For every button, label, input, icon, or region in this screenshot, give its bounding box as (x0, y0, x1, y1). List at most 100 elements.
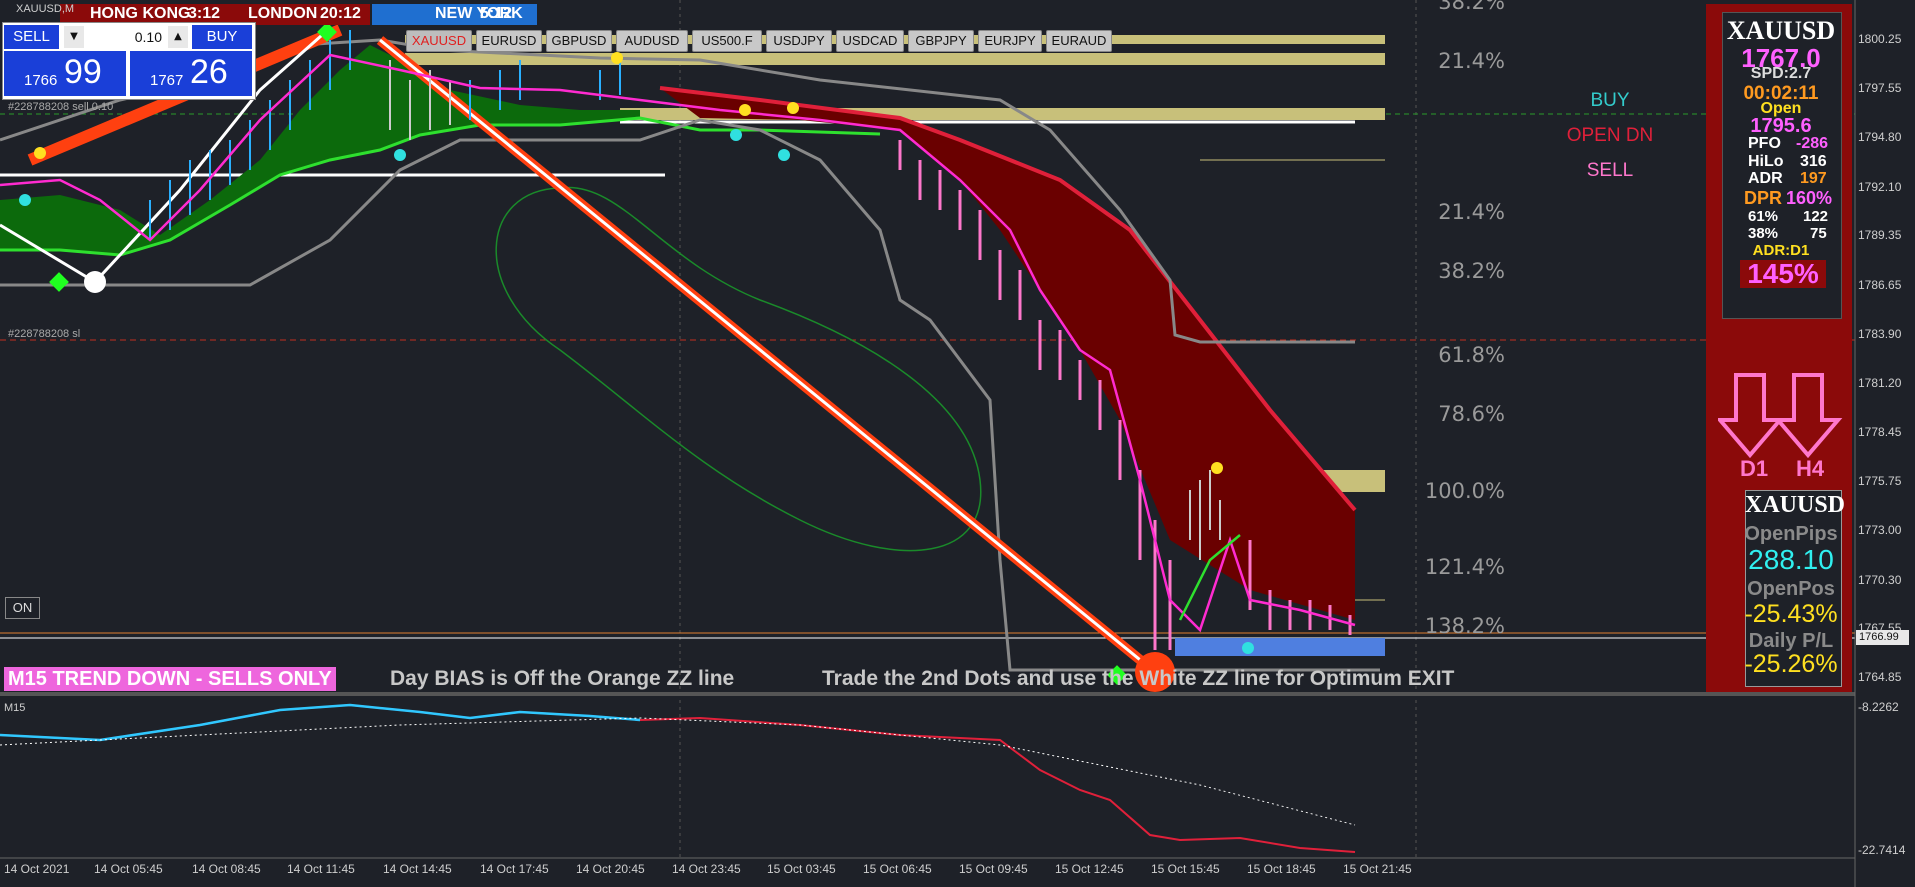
fib-label: 100.0% (1424, 479, 1505, 503)
tf-d1: D1 (1740, 456, 1769, 481)
symbol-button-usdjpy[interactable]: USDJPY (766, 30, 832, 52)
sl-order-label[interactable]: #228788208 sl (8, 328, 80, 340)
price-tick: 1792.10 (1858, 180, 1902, 194)
session-london: LONDON (248, 5, 318, 22)
time-tick: 15 Oct 09:45 (959, 862, 1028, 876)
signal-buy: BUY (1590, 90, 1630, 111)
projection-loop (495, 186, 982, 552)
time-tick: 15 Oct 21:45 (1343, 862, 1412, 876)
fib-label: 38.2% (1438, 259, 1505, 283)
session-ny-time: 5:12 (480, 5, 513, 22)
stats-symbol: XAUUSD (1726, 16, 1836, 45)
hilo-label: HiLo (1748, 153, 1784, 170)
lot-input[interactable]: 0.10 (86, 26, 166, 48)
ask-small: 26 (190, 53, 228, 91)
price-tick: 1786.65 (1858, 278, 1902, 292)
signal-sell: SELL (1586, 160, 1634, 181)
signal-dot (19, 194, 31, 206)
time-tick: 14 Oct 2021 (4, 862, 70, 876)
bid-small: 99 (64, 53, 102, 91)
indicator-blue (0, 703, 641, 742)
chart-window[interactable]: XAUUSD 1767.0 SPD:2.7 00:02:11 Open 1795… (0, 0, 1915, 887)
signal-dot (778, 149, 790, 161)
time-tick: 15 Oct 06:45 (863, 862, 932, 876)
session-hk: HONG KONG (90, 5, 191, 22)
session-london-time: 20:12 (320, 5, 361, 22)
subwindow-separator (0, 692, 1855, 696)
time-tick: 14 Oct 17:45 (480, 862, 549, 876)
price-tick: 1770.30 (1858, 573, 1902, 587)
tip-banner: Trade the 2nd Dots and use the White ZZ … (822, 667, 1455, 690)
signal-dot (394, 149, 406, 161)
symbol-button-euraud[interactable]: EURAUD (1046, 30, 1112, 52)
bias-banner: Day BIAS is Off the Orange ZZ line (390, 667, 735, 690)
indicator-signal (0, 717, 1356, 826)
daily-value: -25.26% (1744, 650, 1838, 678)
signal-dot (1242, 642, 1254, 654)
r38-label: 38% (1748, 225, 1779, 242)
signal-dot (1211, 462, 1223, 474)
r61-label: 61% (1748, 208, 1779, 225)
dpr-label: DPR (1744, 188, 1783, 208)
price-tick: 1789.35 (1858, 228, 1902, 242)
pfo-value: -286 (1796, 135, 1829, 152)
symbol-button-xauusd[interactable]: XAUUSD (406, 30, 472, 52)
fib-label: 78.6% (1438, 402, 1505, 426)
fib-label: 38.2% (1438, 0, 1505, 14)
indicator-red (0, 703, 1356, 853)
zz-point (84, 271, 106, 293)
fib-zone (1175, 638, 1385, 656)
time-tick: 15 Oct 18:45 (1247, 862, 1316, 876)
on-button[interactable]: ON (5, 597, 40, 619)
symbol-button-eurjpy[interactable]: EURJPY (978, 30, 1042, 52)
sell-button[interactable]: SELL (4, 25, 59, 49)
h4-arrow-icon (1773, 373, 1843, 459)
symbol-button-eurusd[interactable]: EURUSD (476, 30, 542, 52)
stats-spread: SPD:2.7 (1750, 65, 1812, 82)
symbol-button-gbpusd[interactable]: GBPUSD (546, 30, 612, 52)
lot-increase-button[interactable]: ▲ (168, 26, 188, 48)
openpips-label: OpenPips (1744, 523, 1838, 545)
time-tick: 14 Oct 20:45 (576, 862, 645, 876)
fib-label: 21.4% (1438, 200, 1505, 224)
sub-axis-bottom: -22.7414 (1858, 843, 1906, 857)
time-tick: 14 Oct 05:45 (94, 862, 163, 876)
dpr-value: 160% (1786, 188, 1833, 208)
fib-label: 138.2% (1424, 614, 1505, 638)
hilo-value: 316 (1800, 153, 1827, 170)
r61-value: 122 (1803, 208, 1829, 225)
price-tick: 1781.20 (1858, 376, 1902, 390)
price-tick: 1775.75 (1858, 474, 1902, 488)
pfo-label: PFO (1748, 135, 1781, 152)
signal-open: OPEN DN (1566, 125, 1654, 146)
price-tick: 1764.85 (1858, 670, 1902, 684)
time-tick: 15 Oct 15:45 (1151, 862, 1220, 876)
lot-decrease-button[interactable]: ▼ (64, 26, 84, 48)
symbol-button-us500[interactable]: US500.F (692, 30, 762, 52)
fib-label: 21.4% (1438, 49, 1505, 73)
time-tick: 14 Oct 14:45 (383, 862, 452, 876)
signal-dot (611, 52, 623, 64)
current-price-tag: 1766.99 (1856, 630, 1909, 645)
time-tick: 15 Oct 12:45 (1055, 862, 1124, 876)
buy-button[interactable]: BUY (192, 25, 252, 49)
adr-timeframe: ADR:D1 (1752, 242, 1810, 259)
sell-order-label[interactable]: #228788208 sell 0.10 (8, 101, 113, 113)
symbol-button-gbpjpy[interactable]: GBPJPY (908, 30, 974, 52)
d1-arrow-icon (1718, 373, 1785, 459)
price-tick: 1773.00 (1858, 523, 1902, 537)
symbol-button-usdcad[interactable]: USDCAD (836, 30, 904, 52)
sub-axis-top: -8.2262 (1858, 700, 1899, 714)
symbol-button-audusd[interactable]: AUDUSD (616, 30, 688, 52)
time-tick: 14 Oct 23:45 (672, 862, 741, 876)
adr-value: 197 (1800, 170, 1827, 187)
openpos-label: OpenPos (1747, 578, 1835, 600)
time-tick: 15 Oct 03:45 (767, 862, 836, 876)
signal-dot (787, 102, 799, 114)
subwindow-label: M15 (4, 702, 26, 714)
time-tick: 14 Oct 11:45 (287, 862, 355, 876)
down-arrows (1718, 373, 1843, 459)
positions-symbol: XAUUSD (1745, 492, 1846, 518)
trend-banner: M15 TREND DOWN - SELLS ONLY (4, 667, 336, 691)
fib-label: 121.4% (1424, 555, 1505, 579)
